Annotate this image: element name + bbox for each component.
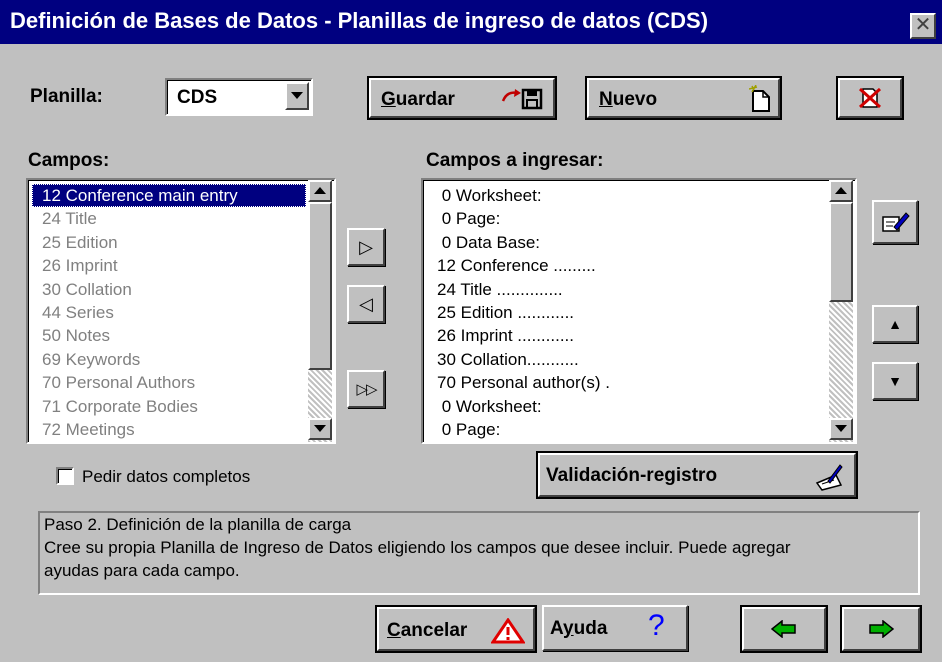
back-button-frame xyxy=(740,605,828,653)
scroll-thumb[interactable] xyxy=(308,202,332,370)
delete-planilla-button[interactable] xyxy=(838,78,902,118)
move-up-button[interactable]: ▲ xyxy=(872,305,918,343)
arrow-next-icon xyxy=(869,620,894,638)
ayuda-label: Ayuda xyxy=(550,618,607,640)
validacion-button-frame: Validación-registro xyxy=(536,451,858,499)
cancelar-button[interactable]: Cancelar xyxy=(377,607,535,651)
list-item[interactable]: 0 Page: xyxy=(427,207,827,230)
planilla-dropdown[interactable]: CDS xyxy=(165,78,313,116)
arrow-up-icon: ▲ xyxy=(888,316,902,332)
list-item[interactable]: 12 Conference ......... xyxy=(427,254,827,277)
list-item[interactable]: 70 Personal author(s) . xyxy=(427,371,827,394)
pedir-datos-label[interactable]: Pedir datos completos xyxy=(82,467,250,487)
scroll-up-icon[interactable] xyxy=(308,180,332,202)
close-icon[interactable]: ✕ xyxy=(910,13,936,39)
cancelar-button-frame: Cancelar xyxy=(375,605,537,653)
window-title: Definición de Bases de Datos - Planillas… xyxy=(10,8,709,33)
chevron-down-icon[interactable] xyxy=(285,82,309,110)
nuevo-button[interactable]: Nuevo xyxy=(587,78,780,118)
validacion-label: Validación-registro xyxy=(546,465,718,486)
back-button[interactable] xyxy=(742,607,826,651)
scroll-down-icon[interactable] xyxy=(829,418,853,440)
campos-label: Campos: xyxy=(28,150,110,171)
list-item[interactable]: 70 Personal Authors xyxy=(32,371,306,394)
nuevo-button-frame: Nuevo xyxy=(585,76,782,120)
list-item[interactable]: 12 Conference main entry xyxy=(32,184,306,208)
scroll-thumb[interactable] xyxy=(829,202,853,302)
campos-ingresar-scrollbar[interactable] xyxy=(829,180,853,442)
add-all-fields-button[interactable]: ▷▷ xyxy=(347,370,385,408)
warning-icon xyxy=(490,617,526,649)
guardar-mnemonic: G xyxy=(381,89,396,110)
list-item[interactable]: 50 Notes xyxy=(32,324,306,347)
campos-ingresar-list[interactable]: 0 Worksheet: 0 Page: 0 Data Base: 12 Conf… xyxy=(427,184,827,440)
list-item[interactable]: 25 Edition xyxy=(32,231,306,254)
guardar-button-frame: Guardar xyxy=(367,76,557,120)
guardar-label: Guardar xyxy=(381,89,455,111)
list-item[interactable]: 0 Data Base: xyxy=(427,231,827,254)
list-item[interactable]: 25 Edition ............ xyxy=(427,301,827,324)
planilla-value: CDS xyxy=(177,87,218,108)
guardar-label-rest: uardar xyxy=(395,89,455,110)
edit-field-icon xyxy=(882,212,910,232)
nuevo-mnemonic: N xyxy=(599,89,613,110)
edit-field-button[interactable] xyxy=(872,200,918,244)
cancelar-label-rest: ancelar xyxy=(400,620,468,641)
save-icon xyxy=(501,87,545,116)
help-line-3: ayudas para cada campo. xyxy=(44,561,240,580)
list-item[interactable]: 26 Imprint ............ xyxy=(427,324,827,347)
help-question-icon: ? xyxy=(648,609,665,642)
list-item[interactable]: 71 Corporate Bodies xyxy=(32,395,306,418)
help-panel: Paso 2. Definición de la planilla de car… xyxy=(38,511,920,595)
new-document-icon xyxy=(748,84,773,118)
cancelar-label: Cancelar xyxy=(387,620,467,642)
campos-ingresar-listbox[interactable]: 0 Worksheet: 0 Page: 0 Data Base: 12 Conf… xyxy=(421,178,857,444)
campos-listbox[interactable]: 12 Conference main entry 24 Title 25 Editi… xyxy=(26,178,336,444)
remove-field-button[interactable]: ◁ xyxy=(347,285,385,323)
arrow-back-icon xyxy=(771,620,796,638)
pedir-datos-checkbox[interactable] xyxy=(56,467,74,485)
arrow-left-icon: ◁ xyxy=(359,293,373,314)
ayuda-label-rest: uda xyxy=(573,618,608,639)
campos-ingresar-label: Campos a ingresar: xyxy=(426,150,604,171)
ayuda-mnemonic: y xyxy=(563,618,574,639)
help-line-2: Cree su propia Planilla de Ingreso de Da… xyxy=(44,538,791,557)
double-arrow-right-icon: ▷▷ xyxy=(356,381,377,398)
validacion-registro-button[interactable]: Validación-registro xyxy=(538,453,856,497)
list-item[interactable]: 30 Collation xyxy=(32,278,306,301)
scroll-down-icon[interactable] xyxy=(308,418,332,440)
list-item[interactable]: 0 Worksheet: xyxy=(427,184,827,207)
nuevo-label-rest: uevo xyxy=(612,89,658,110)
campos-scrollbar[interactable] xyxy=(308,180,332,442)
ayuda-button[interactable]: Ayuda ? xyxy=(542,605,688,651)
list-item[interactable]: 0 Page: xyxy=(427,418,827,440)
move-down-button[interactable]: ▼ xyxy=(872,362,918,400)
delete-document-icon xyxy=(858,87,882,109)
list-item[interactable]: 26 Imprint xyxy=(32,254,306,277)
arrow-down-icon: ▼ xyxy=(888,373,902,389)
delete-button-frame xyxy=(836,76,904,120)
arrow-right-icon: ▷ xyxy=(359,236,373,257)
list-item[interactable]: 24 Title xyxy=(32,207,306,230)
help-line-1: Paso 2. Definición de la planilla de car… xyxy=(44,515,352,534)
list-item[interactable]: 69 Keywords xyxy=(32,348,306,371)
cancelar-mnemonic: C xyxy=(387,620,401,641)
campos-list[interactable]: 12 Conference main entry 24 Title 25 Editi… xyxy=(32,184,306,440)
ayuda-prefix: A xyxy=(550,618,564,639)
add-field-button[interactable]: ▷ xyxy=(347,228,385,266)
next-button[interactable] xyxy=(842,607,920,651)
guardar-button[interactable]: Guardar xyxy=(369,78,555,118)
list-item[interactable]: 24 Title .............. xyxy=(427,278,827,301)
list-item[interactable]: 72 Meetings xyxy=(32,418,306,440)
nuevo-label: Nuevo xyxy=(599,89,657,111)
list-item[interactable]: 30 Collation........... xyxy=(427,348,827,371)
title-bar: Definición de Bases de Datos - Planillas… xyxy=(0,0,942,44)
planilla-label: Planilla: xyxy=(30,86,103,107)
scroll-up-icon[interactable] xyxy=(829,180,853,202)
list-item[interactable]: 0 Worksheet: xyxy=(427,395,827,418)
list-item[interactable]: 44 Series xyxy=(32,301,306,324)
validation-pen-icon xyxy=(814,463,844,496)
next-button-frame xyxy=(840,605,922,653)
